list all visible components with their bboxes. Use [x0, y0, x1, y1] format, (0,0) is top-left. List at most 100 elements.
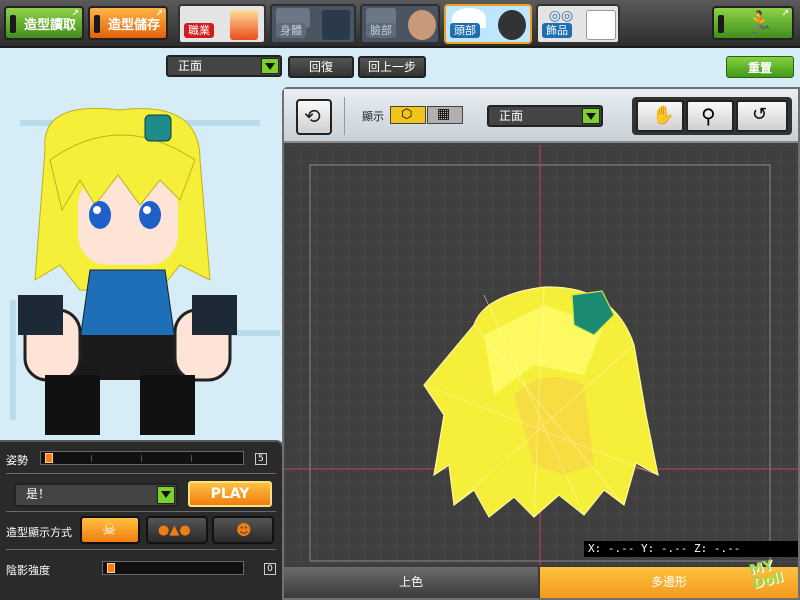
grid-icon: ▦ [437, 106, 451, 122]
head-avatar-icon [498, 10, 526, 40]
model-viewport[interactable] [284, 145, 798, 565]
tab-paint[interactable]: 上色 [284, 567, 538, 598]
play-button[interactable]: PLAY [188, 481, 272, 507]
view-angle-select[interactable]: 正面 [166, 55, 282, 77]
slider-tick [191, 455, 192, 462]
shadow-slider-knob[interactable] [107, 563, 115, 573]
button-bar-icon [94, 15, 100, 33]
rotate-icon: ⟲ [304, 104, 321, 128]
tab-polygon-label: 多邊形 [650, 575, 687, 589]
right-leg [140, 375, 195, 435]
camera-rotate-icon: ↺ [752, 104, 768, 125]
hand-icon: ✋ [652, 105, 675, 126]
button-bar-icon [718, 15, 724, 33]
view-angle-value: 正面 [178, 59, 203, 73]
divider [344, 97, 345, 135]
rotate-view-button[interactable]: ⟲ [296, 99, 332, 135]
undo-button[interactable]: 回復 [288, 56, 354, 78]
animation-select[interactable]: 是！ [14, 483, 178, 507]
category-body-label: 身體 [276, 23, 306, 38]
right-sleeve [192, 295, 237, 335]
category-face[interactable]: 臉部 [360, 4, 440, 44]
eye-shine [143, 206, 151, 214]
category-body[interactable]: 身體 [270, 4, 356, 44]
watermark-text: MY Doll [747, 557, 785, 593]
expand-arrow-icon: ↗ [155, 9, 163, 19]
play-label: PLAY [210, 486, 250, 502]
editor-view-select[interactable]: 正面 [487, 105, 603, 127]
hexagon-icon: ⬡ [401, 107, 413, 122]
magnifier-icon: ⚲ [701, 104, 716, 128]
reset-label: 重置 [747, 61, 772, 75]
zoom-tool-button[interactable]: ⚲ [686, 100, 734, 132]
category-face-label: 臉部 [366, 23, 396, 38]
category-accessory[interactable]: ◎◎ 飾品 [536, 4, 620, 44]
chevron-down-icon [261, 58, 279, 74]
left-eye [89, 201, 111, 229]
redo-button[interactable]: 回上一步 [358, 56, 426, 78]
right-eye [139, 201, 161, 229]
pose-value: 5 [255, 453, 267, 465]
display-wireframe-toggle[interactable]: ⬡ [390, 106, 426, 124]
expand-arrow-icon: ↗ [71, 9, 79, 19]
button-bar-icon [10, 15, 16, 33]
top-toolbar: 造型讀取 ↗ 造型儲存 ↗ 職業 身體 臉部 頭部 ◎◎ 飾品 🏃 ↗ [0, 0, 800, 48]
save-outfit-button[interactable]: 造型儲存 ↗ [88, 6, 168, 40]
coordinate-readout: X: -.-- Y: -.-- Z: -.-- [584, 541, 798, 557]
pose-label: 姿勢 [6, 454, 28, 467]
shadow-value: 0 [264, 563, 276, 575]
character-preview[interactable] [0, 90, 280, 440]
category-head-label: 頭部 [450, 23, 480, 38]
slider-tick [91, 455, 92, 462]
parts-icon: ●▲● [158, 523, 191, 538]
editor-view-value: 正面 [499, 109, 524, 123]
load-outfit-button[interactable]: 造型讀取 ↗ [4, 6, 84, 40]
shadow-slider[interactable] [102, 561, 244, 575]
display-mode-skeleton-button[interactable]: ☠ [80, 516, 140, 544]
reset-button[interactable]: 重置 [726, 56, 794, 78]
exit-button[interactable]: 🏃 ↗ [712, 6, 794, 40]
job-avatar-icon [230, 10, 258, 40]
category-accessory-label: 飾品 [542, 23, 572, 38]
glasses-icon: ◎◎ [548, 8, 574, 24]
skeleton-icon: ☠ [102, 520, 117, 539]
pose-slider[interactable] [40, 451, 244, 465]
undo-label: 回復 [308, 60, 333, 74]
load-outfit-label: 造型讀取 [24, 17, 77, 33]
editor-toolbar: ⟲ 顯示 ⬡ ▦ 正面 ✋ ⚲ ↺ [284, 89, 798, 143]
chevron-down-icon [157, 486, 175, 504]
display-label: 顯示 [362, 110, 384, 123]
category-head[interactable]: 頭部 [444, 4, 532, 44]
category-job[interactable]: 職業 [178, 4, 266, 44]
display-mode-label: 造型顯示方式 [6, 526, 72, 539]
category-job-label: 職業 [184, 23, 214, 38]
chevron-down-icon [582, 108, 600, 124]
display-grid-toggle[interactable]: ▦ [427, 106, 463, 124]
slider-tick [141, 455, 142, 462]
accessory-empty-slot [586, 10, 616, 40]
eye-shine [93, 206, 101, 214]
display-mode-parts-button[interactable]: ●▲● [146, 516, 208, 544]
shadow-label: 陰影強度 [6, 564, 50, 577]
pan-tool-button[interactable]: ✋ [636, 100, 684, 132]
left-leg [45, 375, 100, 435]
camera-rotate-button[interactable]: ↺ [736, 100, 788, 132]
divider [6, 549, 276, 550]
mydoll-logo: MY Doll [748, 553, 800, 600]
face-avatar-icon [408, 10, 436, 40]
redo-label: 回上一步 [367, 60, 416, 74]
divider [6, 511, 276, 512]
left-sleeve [18, 295, 63, 335]
full-model-icon: ☻ [236, 521, 252, 539]
display-mode-full-button[interactable]: ☻ [212, 516, 274, 544]
tab-paint-label: 上色 [398, 575, 423, 589]
save-outfit-label: 造型儲存 [108, 17, 161, 33]
body-figure-icon [322, 10, 350, 40]
divider [6, 473, 276, 474]
animation-value: 是！ [26, 487, 51, 501]
expand-arrow-icon: ↗ [781, 9, 789, 19]
hair-clip [144, 114, 172, 142]
exit-door-icon: 🏃 [746, 10, 774, 36]
torso [79, 269, 176, 341]
pose-slider-knob[interactable] [45, 453, 53, 463]
